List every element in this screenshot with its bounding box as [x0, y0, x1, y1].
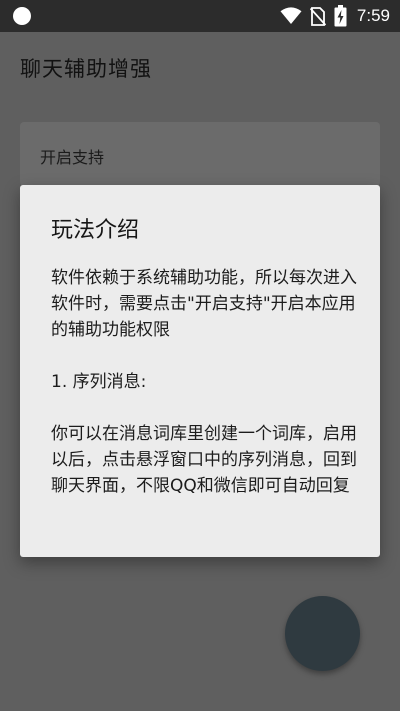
status-icons: 7:59 [280, 4, 390, 28]
enable-support-card[interactable]: 开启支持 [20, 122, 380, 186]
app-title: 聊天辅助增强 [20, 57, 152, 81]
status-bar: 7:59 [0, 0, 400, 32]
no-sim-icon [309, 6, 326, 26]
dialog-paragraph-section-heading: 1. 序列消息: [51, 372, 147, 392]
app-bar: 聊天辅助增强 [0, 32, 400, 102]
floating-action-button[interactable] [285, 596, 360, 671]
enable-support-label: 开启支持 [40, 148, 105, 167]
dialog-title: 玩法介绍 [51, 218, 140, 243]
status-time: 7:59 [356, 6, 390, 25]
intro-dialog: 玩法介绍 软件依赖于系统辅助功能，所以每次进入软件时，需要点击"开启支持"开启本… [20, 185, 380, 557]
dialog-body: 软件依赖于系统辅助功能，所以每次进入软件时，需要点击"开启支持"开启本应用的辅助… [51, 265, 361, 499]
notification-dot-icon [13, 7, 31, 25]
dialog-paragraph-sequence-messages: 你可以在消息词库里创建一个词库，启用以后，点击悬浮窗口中的序列消息，回到聊天界面… [51, 424, 357, 496]
wifi-icon [280, 7, 302, 24]
dialog-paragraph-accessibility: 软件依赖于系统辅助功能，所以每次进入软件时，需要点击"开启支持"开启本应用的辅助… [51, 268, 357, 340]
battery-charging-icon [334, 5, 347, 27]
